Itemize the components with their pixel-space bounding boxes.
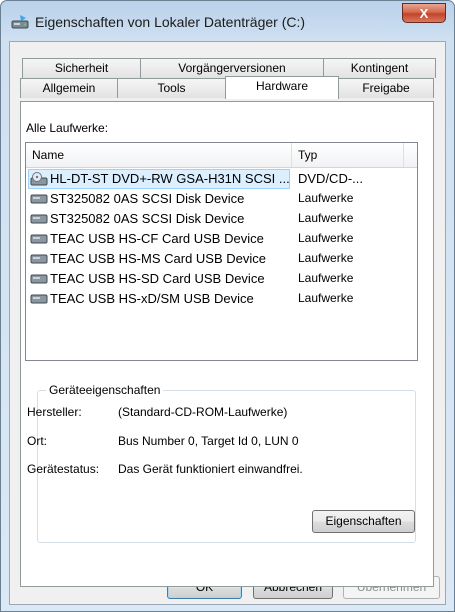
tab-vorgaengerversionen[interactable]: Vorgängerversionen — [140, 58, 324, 78]
device-type: Laufwerke — [298, 291, 354, 305]
manufacturer-value: (Standard-CD-ROM-Laufwerke) — [118, 405, 288, 419]
device-type: Laufwerke — [298, 211, 354, 225]
disk-drive-icon — [30, 234, 48, 244]
drive-properties-icon — [11, 15, 29, 29]
status-label: Gerätestatus: — [27, 462, 100, 476]
list-item[interactable]: TEAC USB HS-MS Card USB Device Laufwerke — [26, 249, 417, 269]
properties-window: Eigenschaften von Lokaler Datenträger (C… — [0, 0, 455, 612]
device-name: TEAC USB HS-CF Card USB Device — [50, 231, 264, 246]
dvd-drive-icon — [30, 172, 48, 186]
device-name: TEAC USB HS-SD Card USB Device — [50, 271, 265, 286]
disk-drive-icon — [30, 274, 48, 284]
location-value: Bus Number 0, Target Id 0, LUN 0 — [118, 434, 299, 448]
list-header: Name Typ — [26, 143, 417, 168]
device-properties-button[interactable]: Eigenschaften — [312, 510, 415, 533]
list-item[interactable]: HL-DT-ST DVD+-RW GSA-H31N SCSI ... DVD/C… — [26, 169, 417, 189]
manufacturer-label: Hersteller: — [27, 405, 82, 419]
all-drives-label: Alle Laufwerke: — [26, 121, 109, 135]
status-value: Das Gerät funktioniert einwandfrei. — [118, 462, 303, 476]
drives-list[interactable]: Name Typ HL-DT-ST DVD+-RW GSA-H31N SCSI … — [25, 142, 418, 361]
disk-drive-icon — [30, 294, 48, 304]
device-type: Laufwerke — [298, 251, 354, 265]
location-label: Ort: — [27, 434, 47, 448]
disk-drive-icon — [30, 194, 48, 204]
device-properties-title: Geräteeigenschaften — [46, 383, 164, 397]
device-name: TEAC USB HS-xD/SM USB Device — [50, 291, 254, 306]
disk-drive-icon — [30, 254, 48, 264]
tab-tools[interactable]: Tools — [117, 78, 226, 98]
list-item[interactable]: TEAC USB HS-CF Card USB Device Laufwerke — [26, 229, 417, 249]
device-name: ST325082 0AS SCSI Disk Device — [50, 191, 245, 206]
disk-drive-icon — [30, 214, 48, 224]
device-name: ST325082 0AS SCSI Disk Device — [50, 211, 245, 226]
tab-hardware[interactable]: Hardware — [225, 76, 339, 99]
tab-kontingent[interactable]: Kontingent — [323, 58, 436, 78]
device-name: TEAC USB HS-MS Card USB Device — [50, 251, 266, 266]
window-title: Eigenschaften von Lokaler Datenträger (C… — [35, 14, 306, 30]
list-item[interactable]: ST325082 0AS SCSI Disk Device Laufwerke — [26, 209, 417, 229]
device-type: DVD/CD-... — [298, 171, 363, 186]
title-bar[interactable]: Eigenschaften von Lokaler Datenträger (C… — [1, 1, 454, 41]
column-header-type[interactable]: Typ — [292, 143, 404, 167]
device-type: Laufwerke — [298, 271, 354, 285]
device-type: Laufwerke — [298, 231, 354, 245]
tab-sicherheit[interactable]: Sicherheit — [22, 58, 141, 78]
list-item[interactable]: ST325082 0AS SCSI Disk Device Laufwerke — [26, 189, 417, 209]
close-button[interactable]: X — [402, 3, 446, 23]
tab-freigabe[interactable]: Freigabe — [338, 78, 434, 98]
device-type: Laufwerke — [298, 191, 354, 205]
tab-allgemein[interactable]: Allgemein — [20, 78, 118, 98]
list-item[interactable]: TEAC USB HS-xD/SM USB Device Laufwerke — [26, 289, 417, 309]
list-item[interactable]: TEAC USB HS-SD Card USB Device Laufwerke — [26, 269, 417, 289]
device-name: HL-DT-ST DVD+-RW GSA-H31N SCSI ... — [50, 171, 290, 186]
column-header-name[interactable]: Name — [26, 143, 292, 167]
